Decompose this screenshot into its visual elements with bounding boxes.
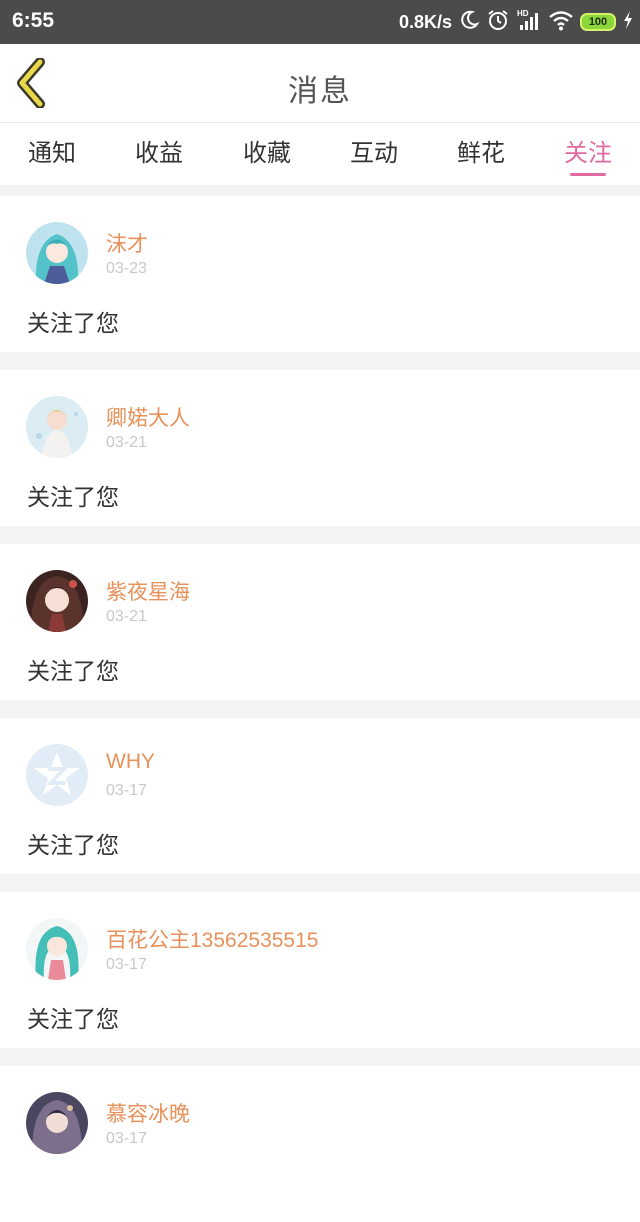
user-name[interactable]: WHY bbox=[106, 750, 155, 774]
avatar[interactable] bbox=[26, 396, 88, 458]
user-name[interactable]: 紫夜星海 bbox=[106, 576, 190, 606]
list-item[interactable]: 慕容冰晚 03-17 bbox=[0, 1066, 640, 1222]
avatar[interactable] bbox=[26, 570, 88, 632]
tab-following[interactable]: 关注 bbox=[543, 133, 633, 168]
status-icons: 0.8K/s HD 100 bbox=[399, 0, 634, 44]
tab-flowers[interactable]: 鲜花 bbox=[436, 133, 526, 168]
tab-notice[interactable]: 通知 bbox=[7, 133, 97, 168]
signal-icon: HD bbox=[516, 8, 542, 36]
user-name[interactable]: 百花公主13562535515 bbox=[106, 924, 318, 954]
battery-icon: 100 bbox=[580, 13, 616, 31]
battery-level: 100 bbox=[588, 16, 608, 28]
user-name[interactable]: 沫才 bbox=[106, 228, 148, 258]
notification-message: 关注了您 bbox=[27, 659, 119, 685]
status-time: 6:55 bbox=[12, 9, 55, 32]
tab-interactions[interactable]: 互动 bbox=[329, 133, 419, 168]
notification-date: 03-23 bbox=[106, 260, 147, 277]
avatar[interactable] bbox=[26, 918, 88, 980]
default-avatar-icon[interactable] bbox=[26, 744, 88, 806]
notification-date: 03-17 bbox=[106, 1130, 147, 1147]
avatar[interactable] bbox=[26, 222, 88, 284]
notification-message: 关注了您 bbox=[27, 311, 119, 337]
wifi-icon bbox=[548, 9, 574, 35]
app-header: 消息 bbox=[0, 44, 640, 123]
network-speed: 0.8K/s bbox=[398, 11, 452, 32]
notification-date: 03-17 bbox=[106, 956, 147, 973]
page-title: 消息 bbox=[288, 74, 352, 109]
tab-earnings[interactable]: 收益 bbox=[114, 133, 204, 168]
notification-date: 03-21 bbox=[106, 434, 147, 451]
network-label: HD bbox=[517, 9, 529, 18]
notification-message: 关注了您 bbox=[27, 1007, 119, 1033]
list-item[interactable]: 百花公主13562535515 03-17 关注了您 bbox=[0, 892, 640, 1048]
list-item[interactable]: 紫夜星海 03-21 关注了您 bbox=[0, 544, 640, 700]
tab-bar: 通知 收益 收藏 互动 鲜花 关注 bbox=[0, 123, 640, 185]
tab-favorites[interactable]: 收藏 bbox=[222, 133, 312, 168]
user-name[interactable]: 卿婼大人 bbox=[106, 402, 190, 432]
charging-icon bbox=[622, 10, 634, 34]
moon-icon bbox=[458, 9, 480, 35]
notification-date: 03-17 bbox=[106, 782, 147, 799]
list-item[interactable]: 沫才 03-23 关注了您 bbox=[0, 196, 640, 352]
status-bar: 6:55 0.8K/s HD 100 bbox=[0, 0, 640, 44]
avatar[interactable] bbox=[26, 1092, 88, 1154]
active-tab-indicator bbox=[570, 173, 606, 176]
notification-message: 关注了您 bbox=[27, 485, 119, 511]
list-item[interactable]: WHY 03-17 关注了您 bbox=[0, 718, 640, 874]
notification-message: 关注了您 bbox=[27, 833, 119, 859]
notification-date: 03-21 bbox=[106, 608, 147, 625]
alarm-icon bbox=[486, 8, 510, 36]
user-name[interactable]: 慕容冰晚 bbox=[106, 1098, 190, 1128]
list-item[interactable]: 卿婼大人 03-21 关注了您 bbox=[0, 370, 640, 526]
